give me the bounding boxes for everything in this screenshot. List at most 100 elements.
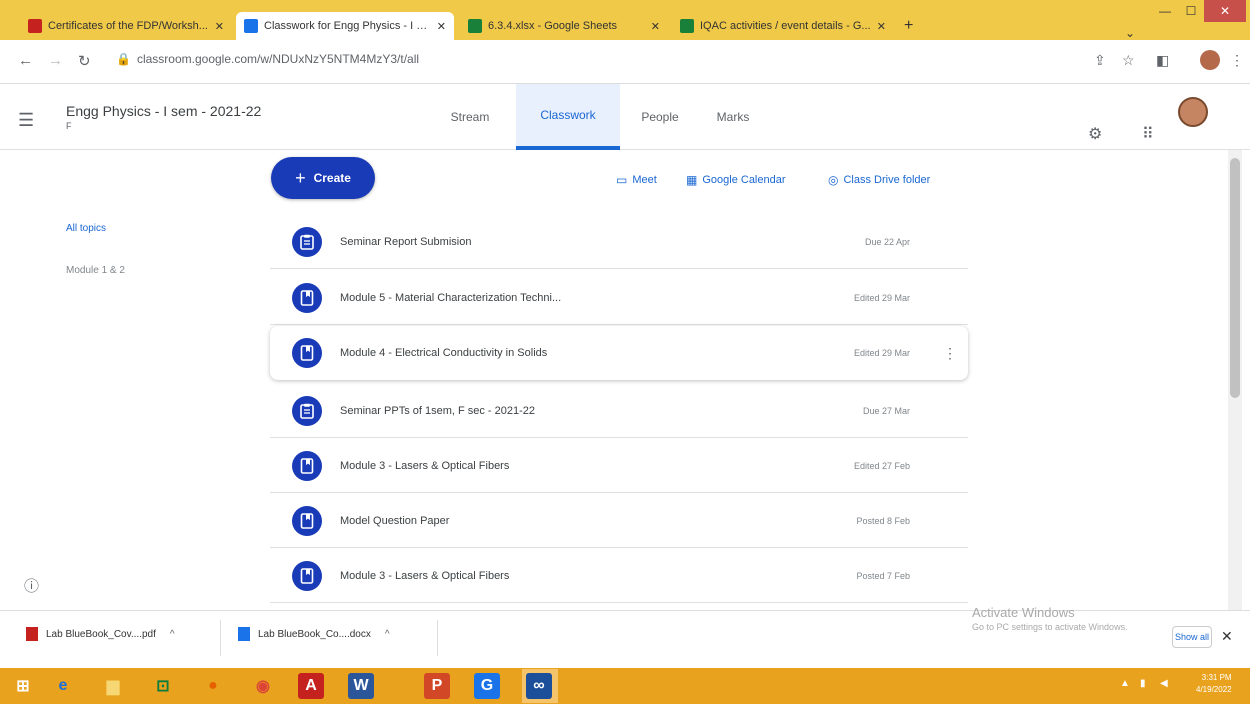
close-tab-icon[interactable]: ✕ [651,20,660,33]
side-panel-icon[interactable]: ◧ [1156,52,1169,69]
close-tab-icon[interactable]: ✕ [877,20,886,33]
close-tab-icon[interactable]: ✕ [215,20,224,33]
classwork-item[interactable]: Seminar Report Submision Due 22 Apr [270,215,968,269]
material-icon [292,505,322,536]
lock-icon: 🔒 [116,52,131,66]
download-separator [437,620,438,656]
apps-grid-icon[interactable]: ⠿ [1142,124,1154,144]
material-icon [292,560,322,591]
help-icon[interactable]: ⓘ [24,575,39,596]
volume-icon[interactable]: ◀ [1160,678,1168,689]
gmail-icon [28,19,42,33]
download-item-docx[interactable]: Lab BlueBook_Co....docx ^ [238,627,390,641]
meeting-app-icon[interactable]: ∞ [526,673,552,699]
topic-all-topics[interactable]: All topics [66,223,106,234]
item-date: Edited 29 Mar [853,292,910,303]
browser-profile-avatar[interactable] [1200,50,1220,70]
more-options-icon[interactable]: ⋮ [932,345,968,362]
tab-marks[interactable]: Marks [700,84,766,150]
browser-tab-certificates[interactable]: Certificates of the FDP/Worksh... ✕ [20,12,232,40]
item-title: Seminar PPTs of 1sem, F sec - 2021-22 [340,404,536,417]
chevron-up-icon[interactable]: ^ [170,629,175,640]
file-explorer-icon[interactable]: ▆ [98,673,128,699]
url-field[interactable]: 🔒 classroom.google.com/w/NDUxNzY5NTM4MzY3… [116,52,419,66]
chrome-icon[interactable]: ◉ [248,673,278,699]
store-icon[interactable]: ⊡ [148,673,178,699]
back-icon[interactable]: ← [18,52,33,69]
user-avatar[interactable] [1178,97,1208,127]
item-date: Posted 7 Feb [856,570,910,581]
classwork-item-hovered[interactable]: Module 4 - Electrical Conductivity in So… [270,326,968,380]
item-date: Due 27 Mar [862,405,910,416]
classwork-item[interactable]: Module 3 - Lasers & Optical Fibers Poste… [270,549,968,603]
tray-arrow-icon[interactable]: ▲ [1120,678,1130,689]
item-date: Due 22 Apr [864,236,910,247]
word-icon[interactable]: W [348,673,374,699]
internet-explorer-icon[interactable]: e [48,673,78,699]
item-title: Model Question Paper [340,514,450,527]
app-icon[interactable]: G [474,673,500,699]
sheets-icon [680,19,694,33]
material-icon [292,282,322,313]
close-download-bar-icon[interactable]: ✕ [1221,628,1233,645]
network-icon[interactable]: ▮ [1140,678,1146,689]
minimize-icon[interactable]: — [1150,0,1180,22]
classroom-icon [244,19,258,33]
main-menu-icon[interactable]: ☰ [18,110,34,131]
reload-icon[interactable]: ↻ [78,52,91,70]
close-tab-icon[interactable]: ✕ [437,20,446,33]
class-drive-folder-link[interactable]: ◎ Class Drive folder [828,173,930,187]
tab-people[interactable]: People [624,84,696,150]
firefox-icon[interactable]: ● [198,673,228,699]
maximize-icon[interactable]: ☐ [1180,0,1202,22]
item-title: Module 4 - Electrical Conductivity in So… [340,347,548,359]
windows-start-icon[interactable]: ⊞ [8,673,38,699]
item-title: Module 3 - Lasers & Optical Fibers [340,459,510,472]
show-all-button[interactable]: Show all [1172,626,1212,648]
classwork-item[interactable]: Seminar PPTs of 1sem, F sec - 2021-22 Du… [270,384,968,438]
browser-tab-sheets[interactable]: 6.3.4.xlsx - Google Sheets ✕ [460,12,668,40]
new-tab-button[interactable]: + [904,17,913,35]
browser-menu-icon[interactable]: ⋮ [1230,52,1244,69]
chevron-up-icon[interactable]: ^ [385,629,390,640]
share-icon[interactable]: ⇪ [1094,52,1106,69]
topic-module-1-2[interactable]: Module 1 & 2 [66,265,125,276]
create-button[interactable]: + Create [271,157,375,199]
scrollbar-thumb[interactable] [1230,158,1240,398]
google-calendar-link[interactable]: ▦ Google Calendar [686,173,786,187]
activate-windows-subtext: Go to PC settings to activate Windows. [972,622,1128,632]
item-title: Module 3 - Lasers & Optical Fibers [340,569,510,582]
settings-gear-icon[interactable]: ⚙ [1088,124,1102,144]
class-section: F [66,121,72,131]
windows-taskbar [0,668,1250,704]
tab-stream[interactable]: Stream [430,84,510,150]
download-item-pdf[interactable]: Lab BlueBook_Cov....pdf ^ [26,627,175,641]
browser-tab-iqac[interactable]: IQAC activities / event details - G... ✕ [672,12,894,40]
classwork-item[interactable]: Module 3 - Lasers & Optical Fibers Edite… [270,439,968,493]
powerpoint-icon[interactable]: P [424,673,450,699]
acrobat-icon[interactable]: A [298,673,324,699]
taskbar-clock[interactable]: 3:31 PM 4/19/2022 [1196,672,1232,696]
video-icon: ▭ [616,173,628,187]
assignment-icon [292,395,322,426]
classwork-item[interactable]: Module 5 - Material Characterization Tec… [270,271,968,325]
calendar-icon: ▦ [686,173,698,187]
item-date: Edited 29 Mar [853,348,910,358]
item-date: Posted 8 Feb [856,515,910,526]
browser-tab-classwork[interactable]: Classwork for Engg Physics - I se... ✕ [236,12,454,40]
classwork-item[interactable]: Model Question Paper Posted 8 Feb [270,494,968,548]
item-title: Module 5 - Material Characterization Tec… [340,291,562,304]
assignment-icon [292,226,322,257]
plus-icon: + [295,167,306,188]
material-icon [292,450,322,481]
material-icon [292,338,322,368]
sheets-icon [468,19,482,33]
meet-link[interactable]: ▭ Meet [616,173,657,187]
bookmark-star-icon[interactable]: ☆ [1122,52,1135,69]
close-window-icon[interactable]: ✕ [1204,0,1246,22]
forward-icon[interactable]: → [48,52,63,69]
download-separator [220,620,221,656]
tab-classwork[interactable]: Classwork [516,84,620,150]
item-date: Edited 27 Feb [853,460,910,471]
class-title[interactable]: Engg Physics - I sem - 2021-22 [66,103,261,119]
